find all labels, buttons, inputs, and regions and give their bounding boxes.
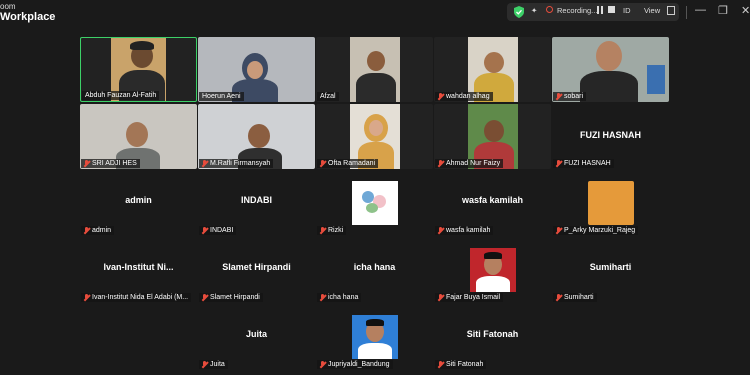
- muted-mic-icon: [438, 294, 444, 301]
- muted-mic-icon: [556, 160, 562, 167]
- muted-mic-icon: [438, 227, 444, 234]
- participant-name: Ivan-Institut Nida El Adabi (M...: [81, 293, 192, 302]
- muted-mic-icon: [320, 227, 326, 234]
- participant-name: P_Arky Marzuki_Rajeg: [553, 226, 639, 235]
- participant-tile[interactable]: icha hana icha hana: [316, 238, 433, 303]
- muted-mic-icon: [84, 160, 90, 167]
- participant-tile[interactable]: admin admin: [80, 171, 197, 236]
- muted-mic-icon: [202, 361, 208, 368]
- participant-tile[interactable]: SRI ADJI HES: [80, 104, 197, 169]
- title-bar: oom Workplace ✦ Recording... ID View — ❐…: [0, 0, 750, 25]
- participant-name: wahdan alhag: [435, 92, 493, 101]
- muted-mic-icon: [556, 93, 562, 100]
- participant-name: sobari: [553, 92, 587, 101]
- muted-mic-icon: [320, 294, 326, 301]
- avatar: [470, 248, 516, 292]
- participant-display-name: Sumiharti: [589, 262, 632, 272]
- muted-mic-icon: [202, 160, 208, 167]
- participant-tile[interactable]: Rizki: [316, 171, 433, 236]
- brand-line2: Workplace: [0, 11, 56, 23]
- participant-name: Slamet Hirpandi: [199, 293, 263, 302]
- participant-display-name: FUZI HASNAH: [580, 130, 641, 140]
- muted-mic-icon: [202, 227, 208, 234]
- muted-mic-icon: [556, 227, 562, 234]
- participant-display-name: admin: [125, 195, 152, 205]
- avatar: [352, 315, 398, 359]
- participant-tile[interactable]: P_Arky Marzuki_Rajeg: [552, 171, 669, 236]
- participant-name: icha hana: [317, 293, 362, 302]
- participant-tile[interactable]: Fajar Buya Ismail: [434, 238, 551, 303]
- participant-name: admin: [81, 226, 115, 235]
- participant-tile[interactable]: FUZI HASNAH FUZI HASNAH: [552, 104, 669, 169]
- muted-mic-icon: [438, 160, 444, 167]
- participant-tile[interactable]: wasfa kamilah wasfa kamilah: [434, 171, 551, 236]
- participant-tile[interactable]: INDABI INDABI: [198, 171, 315, 236]
- participant-display-name: icha hana: [353, 262, 396, 272]
- close-button[interactable]: ✕: [741, 4, 750, 17]
- maximize-button[interactable]: ❐: [718, 4, 728, 17]
- participant-display-name: Siti Fatonah: [466, 329, 519, 339]
- recording-label: Recording...: [557, 6, 598, 15]
- participant-name: Sumiharti: [553, 293, 597, 302]
- meeting-status-bar: ✦ Recording... ID View: [507, 3, 679, 21]
- participant-display-name: wasfa kamilah: [461, 195, 524, 205]
- participant-name: Abduh Fauzan Al-Fatih: [82, 91, 160, 100]
- participant-tile[interactable]: wahdan alhag: [434, 37, 551, 102]
- muted-mic-icon: [556, 294, 562, 301]
- muted-mic-icon: [84, 227, 90, 234]
- pause-recording-button[interactable]: [597, 6, 603, 14]
- participant-name: FUZI HASNAH: [553, 159, 614, 168]
- divider: [686, 6, 687, 19]
- participant-tile[interactable]: Siti Fatonah Siti Fatonah: [434, 305, 551, 370]
- participant-display-name: INDABI: [241, 195, 272, 205]
- participant-name: Rizki: [317, 226, 347, 235]
- participant-name: Ofta Ramadani: [317, 159, 379, 168]
- participant-tile[interactable]: Ofta Ramadani: [316, 104, 433, 169]
- participant-tile[interactable]: Slamet Hirpandi Slamet Hirpandi: [198, 238, 315, 303]
- participant-tile[interactable]: Juita Juita: [198, 305, 315, 370]
- avatar: [588, 181, 634, 225]
- participant-tile[interactable]: Abduh Fauzan Al-Fatih: [80, 37, 197, 102]
- sparkle-icon[interactable]: ✦: [531, 6, 537, 15]
- muted-mic-icon: [84, 294, 90, 301]
- participant-name: Ahmad Nur Faizy: [435, 159, 504, 168]
- participant-display-name: Juita: [245, 329, 267, 339]
- participant-name: Hoerun Aeni: [199, 92, 244, 101]
- brand-line1: oom: [0, 2, 16, 11]
- participant-name: SRI ADJI HES: [81, 159, 140, 168]
- participant-display-name: Ivan-Institut Ni...: [103, 262, 174, 272]
- participant-tile[interactable]: Afzal: [316, 37, 433, 102]
- participant-tile[interactable]: sobari: [552, 37, 669, 102]
- minimize-button[interactable]: —: [695, 4, 706, 16]
- muted-mic-icon: [438, 93, 444, 100]
- participant-tile[interactable]: Ahmad Nur Faizy: [434, 104, 551, 169]
- avatar: [352, 181, 398, 225]
- muted-mic-icon: [202, 294, 208, 301]
- participant-name: wasfa kamilah: [435, 226, 494, 235]
- participant-tile[interactable]: Ivan-Institut Ni... Ivan-Institut Nida E…: [80, 238, 197, 303]
- muted-mic-icon: [438, 361, 444, 368]
- muted-mic-icon: [320, 361, 326, 368]
- meeting-id-button[interactable]: ID: [623, 6, 631, 15]
- muted-mic-icon: [320, 160, 326, 167]
- shield-icon[interactable]: [514, 6, 524, 18]
- recording-icon: [546, 6, 553, 13]
- view-button[interactable]: View: [644, 6, 660, 15]
- participant-tile[interactable]: Jupriyaldi_Bandung: [316, 305, 433, 370]
- participant-name: INDABI: [199, 226, 237, 235]
- app-brand: oom Workplace: [0, 2, 55, 23]
- participant-name: Juita: [199, 360, 228, 369]
- participant-display-name: Slamet Hirpandi: [222, 262, 291, 272]
- participant-name: Siti Fatonah: [435, 360, 487, 369]
- stop-recording-button[interactable]: [608, 6, 615, 13]
- participant-tile[interactable]: Sumiharti Sumiharti: [552, 238, 669, 303]
- view-grid-icon[interactable]: [667, 6, 675, 15]
- participant-name: Afzal: [317, 92, 339, 101]
- participant-name: Jupriyaldi_Bandung: [317, 360, 393, 369]
- participant-tile[interactable]: M.Rafli Firmansyah: [198, 104, 315, 169]
- participant-tile[interactable]: Hoerun Aeni: [198, 37, 315, 102]
- participant-name: M.Rafli Firmansyah: [199, 159, 274, 168]
- participant-name: Fajar Buya Ismail: [435, 293, 504, 302]
